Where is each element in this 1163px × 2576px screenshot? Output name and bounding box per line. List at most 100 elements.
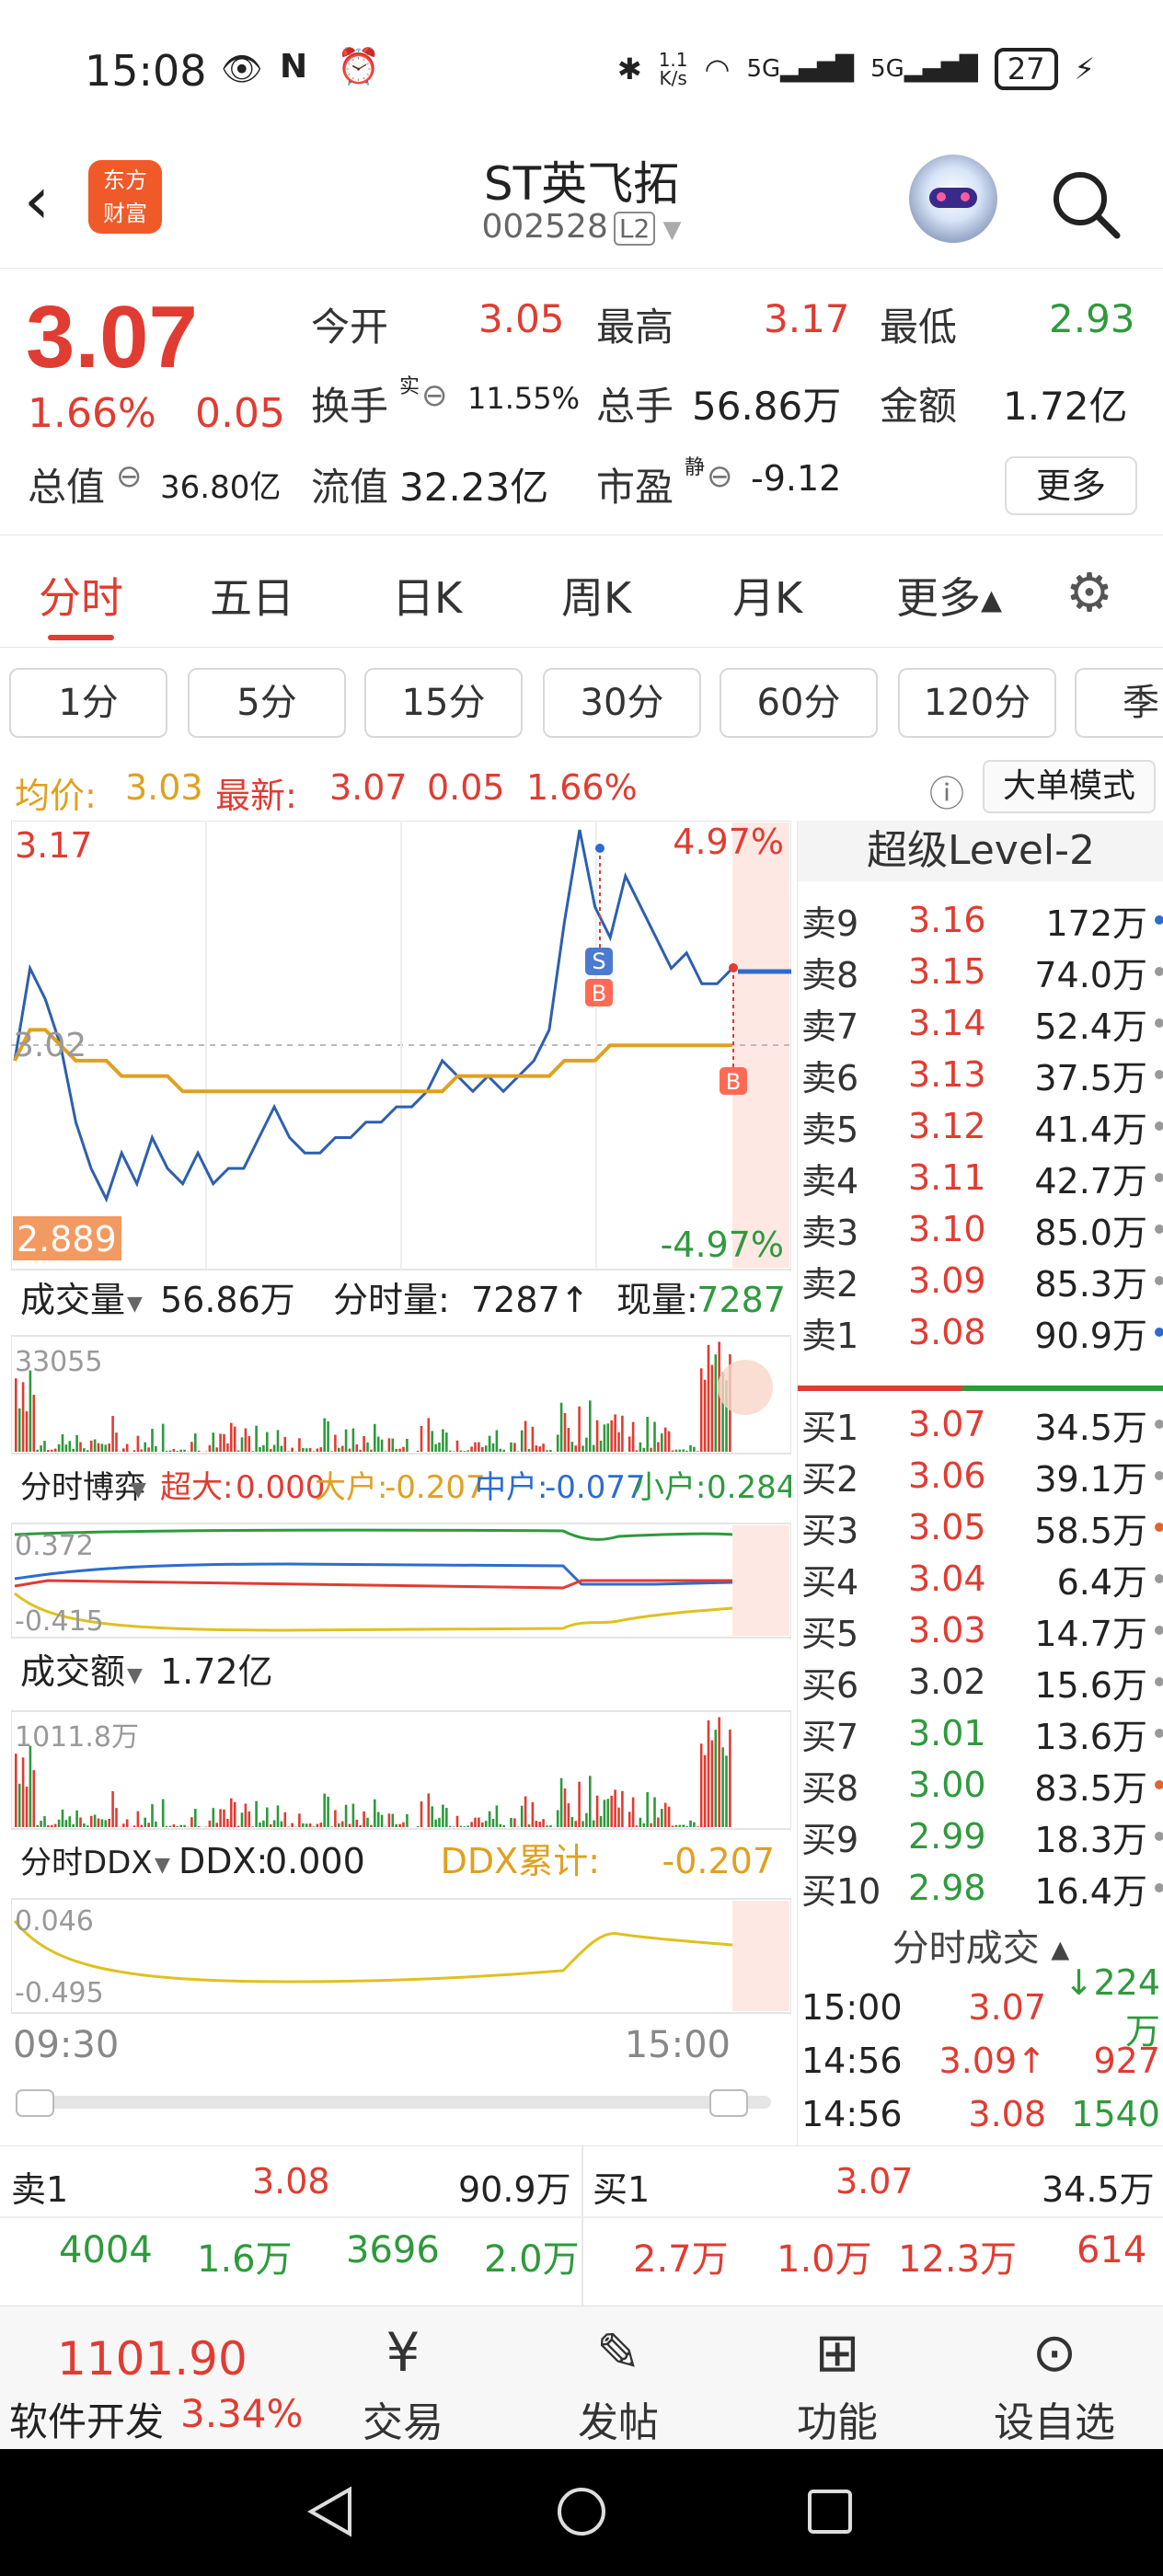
bar [484, 1821, 488, 1827]
tab-weekly-k[interactable]: 周K [561, 565, 631, 626]
bar [172, 1824, 176, 1827]
bid-row[interactable]: 买7 3.01 13.6万 [798, 1708, 1163, 1759]
period-5min[interactable]: 5分 [188, 668, 346, 738]
bar [108, 1443, 110, 1452]
bar [710, 1740, 714, 1827]
period-30min[interactable]: 30分 [543, 668, 701, 738]
bar [697, 1451, 699, 1452]
bid-row[interactable]: 买2 3.06 39.1万 [798, 1450, 1163, 1501]
scroll-handle-right[interactable] [709, 2089, 748, 2117]
mktcap-value: 36.80亿 [160, 469, 282, 506]
bid-name: 买3 [801, 1510, 859, 1551]
expand-icon[interactable] [718, 1360, 773, 1415]
ask-row[interactable]: 卖2 3.09 85.3万 [798, 1255, 1163, 1306]
help-icon[interactable]: ⓘ [929, 765, 964, 816]
bid-row[interactable]: 买4 3.04 6.4万 [798, 1553, 1163, 1604]
intraday-chart[interactable]: S B B 3.17 4.97% 3.02 2.889 -4.97% 成交量 ▼… [10, 820, 796, 2145]
bar [312, 1451, 316, 1452]
ask-row[interactable]: 卖7 3.14 52.4万 [798, 997, 1163, 1049]
dot-icon [1155, 1780, 1163, 1789]
bar [431, 1806, 433, 1827]
tab-daily-k[interactable]: 日K [392, 565, 462, 626]
bar [725, 1755, 728, 1827]
bar [212, 1432, 215, 1452]
ddx-selector[interactable]: 分时DDX [20, 1845, 153, 1881]
ask-row[interactable]: 卖1 3.08 90.9万 [798, 1306, 1163, 1358]
tab-intraday[interactable]: 分时 [39, 565, 123, 626]
home-circle-icon[interactable] [554, 2484, 609, 2539]
period-120min[interactable]: 120分 [898, 668, 1056, 738]
ask-name: 卖6 [801, 1057, 859, 1098]
info-icon[interactable]: ⊖ [707, 458, 733, 495]
bar [635, 1450, 639, 1452]
mid-label: 中户: [475, 1469, 547, 1506]
bid-volume: 58.5万 [1034, 1510, 1147, 1551]
period-60min[interactable]: 60分 [720, 668, 878, 738]
bid-row[interactable]: 买8 3.00 83.5万 [798, 1759, 1163, 1811]
tab-monthly-k[interactable]: 月K [732, 565, 802, 626]
robot-avatar-icon[interactable] [909, 155, 997, 243]
bar [520, 1805, 524, 1827]
ask-row[interactable]: 卖8 3.15 74.0万 [798, 946, 1163, 997]
bar [172, 1449, 176, 1452]
bar [316, 1823, 319, 1827]
time-scrollbar[interactable] [17, 2096, 771, 2109]
info-icon[interactable]: ⊖ [421, 377, 448, 414]
more-button[interactable]: 更多 [1005, 456, 1137, 515]
nav-trade[interactable]: ¥ 交易 [311, 2316, 495, 2448]
big-order-mode-button[interactable]: 大单模式 [983, 760, 1156, 813]
tab-more[interactable]: 更多▴ [896, 565, 1002, 626]
bar [546, 1450, 548, 1452]
period-1min[interactable]: 1分 [9, 668, 167, 738]
bid-row[interactable]: 买9 2.99 18.3万 [798, 1811, 1163, 1862]
bar [122, 1823, 125, 1827]
period-quarter[interactable]: 季 [1075, 668, 1163, 738]
bar [262, 1444, 265, 1452]
bid-row[interactable]: 买5 3.03 14.7万 [798, 1604, 1163, 1656]
scroll-handle-left[interactable] [16, 2089, 54, 2117]
bar [283, 1436, 287, 1452]
intraday-chart-area[interactable]: S B B 3.17 4.97% 3.02 2.889 -4.97% 成交量 ▼… [10, 820, 796, 2145]
ask-row[interactable]: 卖3 3.10 85.0万 [798, 1203, 1163, 1255]
bar [21, 1382, 25, 1452]
back-triangle-icon[interactable] [304, 2484, 359, 2539]
ask-row[interactable]: 卖5 3.12 41.4万 [798, 1100, 1163, 1152]
bar [628, 1436, 631, 1452]
ask-row[interactable]: 卖6 3.13 37.5万 [798, 1049, 1163, 1100]
bar [323, 1793, 326, 1827]
bar [570, 1442, 574, 1452]
level-tag: L2 [613, 212, 656, 246]
game-selector[interactable]: 分时博弈 [20, 1469, 145, 1506]
amount-selector[interactable]: 成交额 [20, 1651, 125, 1692]
nav-functions[interactable]: ⊞ 功能 [745, 2316, 929, 2448]
level2-title[interactable]: 超级Level-2 [798, 821, 1163, 881]
float-label: 流值 [311, 465, 389, 510]
price-low-label: 2.889 [17, 1219, 117, 1259]
period-15min[interactable]: 15分 [364, 668, 523, 738]
bar [266, 1432, 269, 1452]
volume-selector[interactable]: 成交量 [20, 1280, 125, 1320]
bar [570, 1817, 574, 1827]
tab-five-day[interactable]: 五日 [210, 565, 294, 626]
edit-icon: ✎ [595, 2321, 641, 2384]
recents-square-icon[interactable] [802, 2484, 858, 2539]
nav-add-watchlist[interactable]: ⊙ 设自选 [962, 2316, 1146, 2448]
bar [351, 1803, 355, 1827]
ask-row[interactable]: 卖4 3.11 42.7万 [798, 1152, 1163, 1203]
bar [348, 1448, 351, 1452]
bid-row[interactable]: 买6 3.02 15.6万 [798, 1656, 1163, 1708]
ask-name: 卖9 [801, 903, 859, 944]
bid-row[interactable]: 买10 2.98 16.4万 [798, 1862, 1163, 1914]
settings-gear-icon[interactable]: ⚙ [1065, 561, 1113, 624]
info-icon[interactable]: ⊖ [116, 458, 143, 495]
sector-index-button[interactable]: 1101.90 软件开发 3.34% [0, 2306, 304, 2450]
bid-name: 买7 [801, 1716, 859, 1757]
search-icon[interactable] [1049, 167, 1123, 241]
nav-post[interactable]: ✎ 发帖 [526, 2316, 710, 2448]
bar [32, 1770, 36, 1827]
ask-row[interactable]: 卖9 3.16 172万 [798, 894, 1163, 946]
bid-row[interactable]: 买1 3.07 34.5万 [798, 1398, 1163, 1450]
buy-marker-text: B [726, 1069, 741, 1095]
wifi-icon: ◠ [704, 52, 731, 86]
bid-row[interactable]: 买3 3.05 58.5万 [798, 1501, 1163, 1553]
